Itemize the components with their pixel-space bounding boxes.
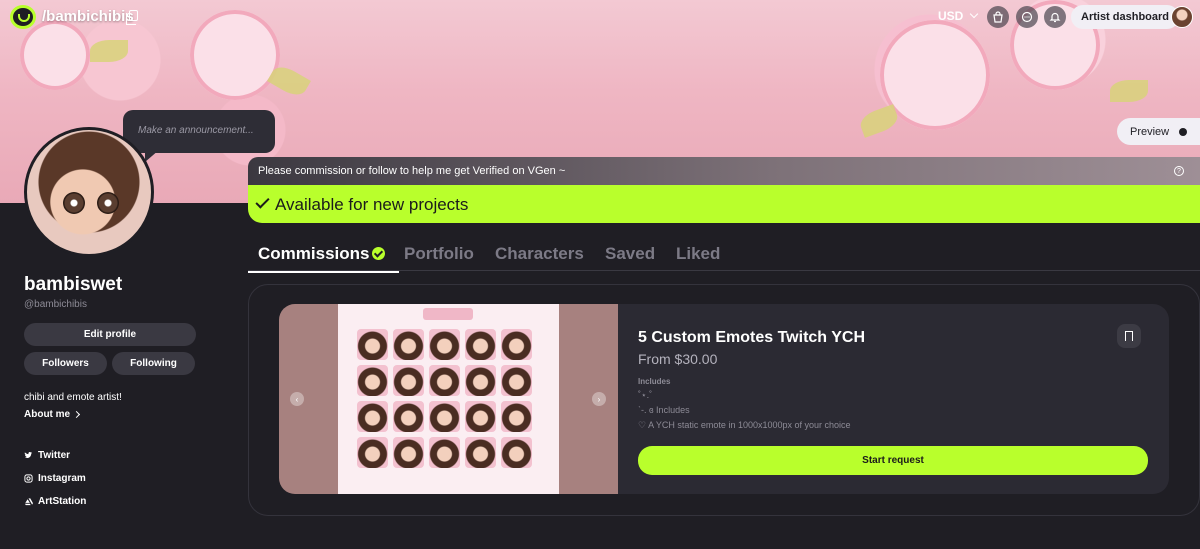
notice-text: Please commission or follow to help me g…: [258, 165, 566, 177]
verified-check-icon: [372, 247, 386, 260]
tab-label: Commissions: [258, 244, 370, 263]
profile-tabs: Commissions Portfolio Characters Saved L…: [247, 244, 1200, 273]
preview-dot-icon: [1179, 127, 1188, 136]
banner-leaf: [857, 104, 901, 138]
commission-price: From $30.00: [638, 351, 718, 367]
twitter-icon: [24, 451, 33, 459]
emote-thumbnail: [393, 365, 424, 396]
chat-bubble-icon: [1021, 11, 1033, 23]
emote-thumbnail: [465, 365, 496, 396]
edit-profile-button[interactable]: Edit profile: [24, 323, 196, 346]
profile-handle-link[interactable]: /bambichibis: [42, 8, 134, 25]
commission-preview-image[interactable]: [338, 304, 559, 494]
bookmark-button[interactable]: [1117, 324, 1141, 348]
social-link-instagram[interactable]: Instagram: [24, 467, 196, 490]
notifications-button[interactable]: [1044, 6, 1066, 28]
announcement-input[interactable]: Make an announcement...: [123, 110, 275, 162]
profile-bio: chibi and emote artist!: [24, 392, 122, 403]
profile-avatar[interactable]: [24, 127, 154, 257]
emote-thumbnail: [357, 401, 388, 432]
follow-buttons: Followers Following: [24, 352, 196, 375]
top-navigation: /bambichibis USD Artist dashboard: [0, 0, 1200, 34]
artist-dashboard-button[interactable]: Artist dashboard: [1071, 5, 1180, 29]
includes-item: ˚⋆.˚: [638, 390, 653, 400]
emote-thumbnail: [429, 365, 460, 396]
emote-thumbnail: [357, 437, 388, 468]
emote-thumbnail: [501, 329, 532, 360]
emote-thumbnail: [501, 401, 532, 432]
start-request-button[interactable]: Start request: [638, 446, 1148, 475]
emote-thumbnail: [501, 365, 532, 396]
verification-notice: Please commission or follow to help me g…: [248, 157, 1200, 185]
emote-thumbnail: [429, 437, 460, 468]
username: bambiswet: [24, 274, 123, 295]
check-icon: [255, 194, 270, 209]
carousel-prev-button[interactable]: ‹: [290, 392, 304, 406]
currency-value: USD: [938, 9, 964, 23]
user-handle: @bambichibis: [24, 299, 87, 310]
messages-button[interactable]: [1016, 6, 1038, 28]
about-me-link[interactable]: About me: [24, 409, 196, 420]
tab-saved[interactable]: Saved: [605, 244, 655, 264]
includes-item: ♡ A YCH static emote in 1000x1000px of y…: [638, 420, 851, 430]
preview-button[interactable]: Preview: [1117, 118, 1200, 145]
emote-thumbnail: [429, 401, 460, 432]
social-label: Twitter: [38, 450, 71, 461]
artstation-icon: [24, 498, 33, 506]
bell-icon: [1049, 12, 1061, 23]
following-button[interactable]: Following: [112, 352, 195, 375]
followers-button[interactable]: Followers: [24, 352, 107, 375]
currency-select[interactable]: USD: [938, 9, 979, 23]
social-label: Instagram: [38, 473, 86, 484]
tab-liked[interactable]: Liked: [676, 244, 720, 264]
social-link-twitter[interactable]: Twitter: [24, 444, 196, 467]
emote-thumbnail: [357, 365, 388, 396]
includes-item: ˋ-. ɞ Includes: [638, 405, 690, 415]
image-header: [423, 308, 473, 320]
emote-thumbnail: [393, 401, 424, 432]
social-link-artstation[interactable]: ArtStation: [24, 490, 196, 513]
help-icon[interactable]: ?: [1174, 166, 1184, 176]
tab-characters[interactable]: Characters: [495, 244, 584, 264]
commission-media: ‹ ›: [279, 304, 618, 494]
cart-button[interactable]: [987, 6, 1009, 28]
avatar-eye: [97, 192, 119, 214]
copy-icon[interactable]: [126, 10, 138, 25]
banner-leaf: [90, 40, 128, 62]
emote-thumbnail: [465, 401, 496, 432]
includes-label: Includes: [638, 377, 671, 386]
commission-card[interactable]: ‹ › 5 Custom Emotes Twitch YCH From $30.…: [279, 304, 1169, 494]
social-label: ArtStation: [38, 496, 87, 507]
preview-label: Preview: [1130, 125, 1170, 138]
chevron-down-icon: [970, 9, 979, 19]
bookmark-icon: [1125, 331, 1133, 341]
about-me-label: About me: [24, 409, 71, 420]
emote-thumbnail: [465, 437, 496, 468]
avatar-eye: [63, 192, 85, 214]
emote-thumbnail: [393, 329, 424, 360]
emote-thumbnail: [393, 437, 424, 468]
emote-thumbnail: [357, 329, 388, 360]
tab-portfolio[interactable]: Portfolio: [404, 244, 474, 264]
chevron-right-icon: [73, 410, 81, 419]
carousel-next-button[interactable]: ›: [592, 392, 606, 406]
tab-commissions[interactable]: Commissions: [247, 244, 401, 273]
emote-thumbnail: [501, 437, 532, 468]
profile-sidebar: bambiswet @bambichibis Edit profile Foll…: [24, 274, 196, 513]
vgen-logo-icon[interactable]: [10, 5, 36, 29]
social-links: Twitter Instagram ArtStation: [24, 444, 196, 513]
banner-leaf: [1110, 80, 1148, 102]
availability-status: Available for new projects: [248, 185, 1200, 223]
emote-thumbnail: [429, 329, 460, 360]
emote-thumbnail: [465, 329, 496, 360]
user-avatar[interactable]: [1171, 6, 1193, 28]
shopping-bag-icon: [993, 11, 1003, 23]
emote-grid: [357, 329, 532, 468]
instagram-icon: [24, 474, 33, 483]
availability-text: Available for new projects: [275, 195, 469, 214]
commission-title[interactable]: 5 Custom Emotes Twitch YCH: [638, 329, 865, 347]
